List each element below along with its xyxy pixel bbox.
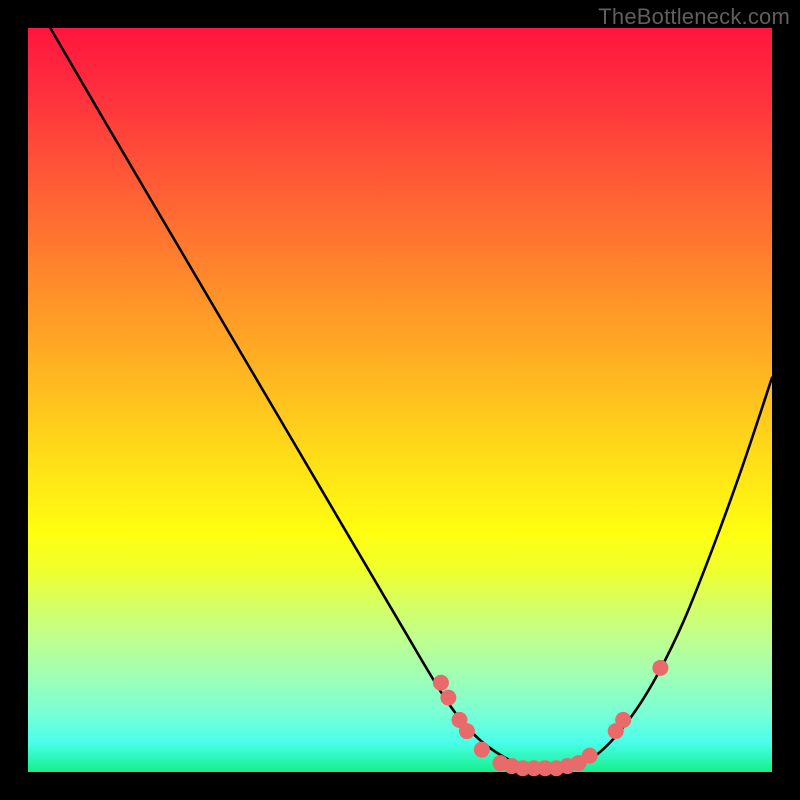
data-marker xyxy=(652,660,668,676)
plot-area xyxy=(28,28,772,772)
data-marker xyxy=(615,712,631,728)
chart-svg xyxy=(28,28,772,772)
data-marker xyxy=(433,675,449,691)
data-marker xyxy=(474,742,490,758)
marker-dots xyxy=(433,660,668,776)
data-marker xyxy=(440,690,456,706)
bottleneck-curve-path xyxy=(50,28,772,770)
curve-line xyxy=(50,28,772,770)
data-marker xyxy=(459,723,475,739)
chart-container: TheBottleneck.com xyxy=(0,0,800,800)
data-marker xyxy=(582,748,598,764)
watermark-text: TheBottleneck.com xyxy=(598,4,790,30)
